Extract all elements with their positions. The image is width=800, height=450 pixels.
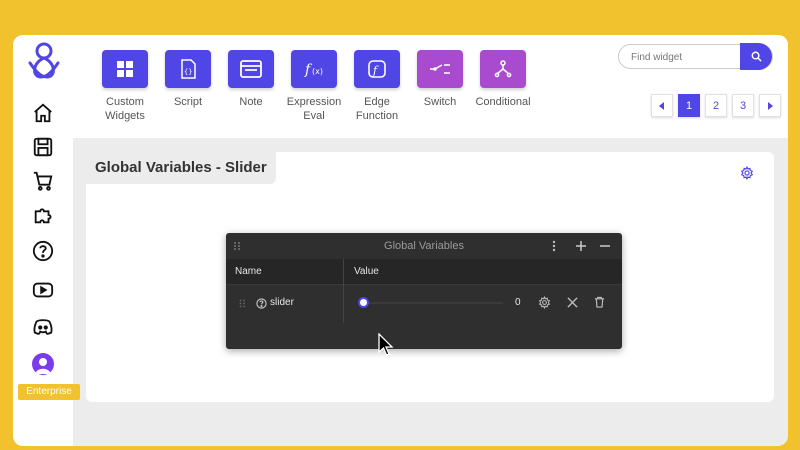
tool-conditional[interactable]: Conditional — [468, 50, 538, 109]
slider-thumb[interactable] — [358, 297, 369, 308]
global-variables-widget[interactable]: Global Variables Name Value slider 0 — [226, 233, 622, 349]
close-icon[interactable] — [565, 295, 579, 309]
search-icon — [751, 51, 762, 62]
home-icon[interactable] — [30, 100, 56, 126]
tool-expression-eval[interactable]: f (x) Expression Eval — [279, 50, 349, 123]
widget-toolbar: Custom Widgets {} Script Note f (x) Expre… — [73, 35, 788, 138]
enterprise-badge: Enterprise — [18, 384, 80, 400]
function-icon: f (x) — [291, 50, 337, 88]
tool-switch[interactable]: Switch — [405, 50, 475, 109]
more-options-icon[interactable] — [547, 239, 561, 253]
edge-function-icon: f — [354, 50, 400, 88]
tool-label: Custom Widgets — [105, 96, 145, 122]
switch-icon — [417, 50, 463, 88]
panel-settings-button[interactable] — [740, 165, 754, 181]
info-icon[interactable] — [256, 298, 267, 309]
variable-value: 0 — [515, 297, 521, 308]
puzzle-icon[interactable] — [30, 202, 56, 228]
save-icon[interactable] — [30, 134, 56, 160]
add-icon[interactable] — [574, 239, 588, 253]
search-button[interactable] — [740, 43, 772, 70]
pager-next-button[interactable] — [759, 94, 781, 117]
caret-left-icon — [659, 101, 664, 110]
caret-right-icon — [768, 101, 773, 110]
widgets-grid-icon — [102, 50, 148, 88]
script-icon: {} — [165, 50, 211, 88]
conditional-icon — [480, 50, 526, 88]
column-divider — [343, 259, 344, 323]
tool-label: Note — [239, 96, 263, 108]
row-drag-handle-icon[interactable] — [239, 299, 246, 308]
widget-title: Global Variables — [384, 240, 464, 252]
tool-label: Edge Function — [355, 96, 399, 122]
trash-icon[interactable] — [592, 295, 606, 309]
tool-note[interactable]: Note — [216, 50, 286, 109]
table-header: Name Value — [226, 259, 622, 285]
pager-page-3[interactable]: 3 — [732, 94, 754, 117]
tool-label: Switch — [423, 96, 457, 108]
panel-title: Global Variables - Slider — [86, 152, 276, 184]
slider-track[interactable] — [363, 302, 503, 304]
tool-label: Expression Eval — [286, 96, 342, 122]
column-header-value: Value — [354, 266, 379, 277]
discord-icon[interactable] — [30, 314, 56, 340]
row-settings-icon[interactable] — [537, 295, 551, 309]
mouse-cursor-icon — [378, 333, 394, 356]
svg-text:{}: {} — [184, 68, 192, 76]
widget-header[interactable]: Global Variables — [226, 233, 622, 259]
tool-custom-widgets[interactable]: Custom Widgets — [90, 50, 160, 123]
search-input[interactable] — [631, 49, 736, 65]
pager-prev-button[interactable] — [651, 94, 673, 117]
tool-edge-function[interactable]: f Edge Function — [342, 50, 412, 123]
svg-text:f: f — [372, 64, 379, 77]
youtube-icon[interactable] — [30, 277, 56, 303]
pager-page-1[interactable]: 1 — [678, 94, 700, 117]
tool-script[interactable]: {} Script — [153, 50, 223, 109]
column-header-name: Name — [235, 266, 262, 277]
collapse-icon[interactable] — [598, 239, 612, 253]
help-icon[interactable] — [30, 238, 56, 264]
pager-page-2[interactable]: 2 — [705, 94, 727, 117]
svg-text:(x): (x) — [312, 67, 323, 76]
tool-label: Script — [173, 96, 203, 108]
avatar[interactable] — [32, 353, 54, 375]
variable-name: slider — [270, 297, 294, 308]
note-icon — [228, 50, 274, 88]
tool-label: Conditional — [475, 96, 531, 108]
logo-icon — [28, 42, 60, 79]
gear-icon — [740, 165, 754, 181]
cart-icon[interactable] — [30, 168, 56, 194]
